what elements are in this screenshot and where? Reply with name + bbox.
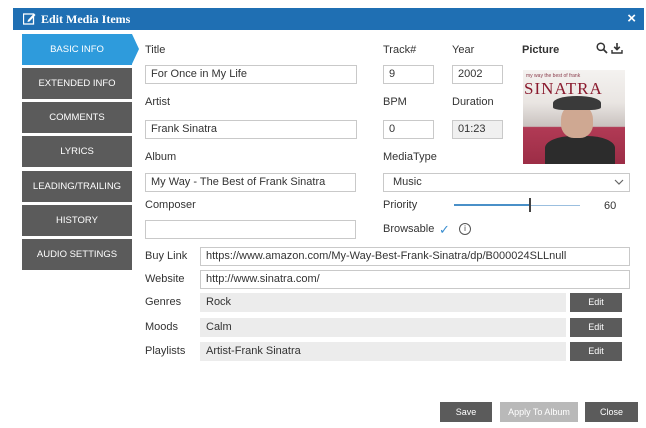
- title-label: Title: [145, 44, 166, 56]
- mediatype-label: MediaType: [383, 151, 437, 163]
- buy-link-label: Buy Link: [145, 250, 188, 262]
- sidebar-item-audio-settings[interactable]: AUDIO SETTINGS: [22, 239, 132, 270]
- album-cover-figure-suit: [545, 136, 615, 164]
- dialog-title: Edit Media Items: [41, 12, 131, 26]
- apply-to-album-button[interactable]: Apply To Album: [500, 402, 578, 422]
- artist-label: Artist: [145, 96, 171, 108]
- sidebar-item-leading-trailing[interactable]: LEADING/TRAILING: [22, 171, 132, 202]
- sidebar-item-comments[interactable]: COMMENTS: [22, 102, 132, 133]
- composer-input[interactable]: [145, 220, 356, 239]
- picture-label: Picture: [522, 44, 560, 56]
- moods-label: Moods: [145, 321, 179, 333]
- duration-field: 01:23: [452, 120, 503, 139]
- moods-edit-button[interactable]: Edit: [570, 318, 622, 337]
- info-icon[interactable]: i: [459, 223, 471, 235]
- browsable-checkbox[interactable]: ✓: [439, 222, 450, 238]
- priority-label: Priority: [383, 199, 418, 211]
- chevron-down-icon: [614, 179, 624, 185]
- download-icon[interactable]: [611, 42, 623, 54]
- bpm-input[interactable]: 0: [383, 120, 434, 139]
- save-button[interactable]: Save: [440, 402, 492, 422]
- edit-icon: [23, 13, 36, 25]
- composer-label: Composer: [145, 199, 196, 211]
- mediatype-select[interactable]: Music: [383, 173, 630, 192]
- genres-label: Genres: [145, 296, 182, 308]
- album-cover-image: my way the best of frank SINATRA: [523, 70, 625, 164]
- genres-edit-button[interactable]: Edit: [570, 293, 622, 312]
- genres-field: Rock: [200, 293, 566, 312]
- close-button[interactable]: Close: [585, 402, 638, 422]
- year-input[interactable]: 2002: [452, 65, 503, 84]
- priority-slider-thumb[interactable]: [529, 198, 531, 212]
- website-label: Website: [145, 273, 185, 285]
- sidebar-item-extended-info[interactable]: EXTENDED INFO: [22, 68, 132, 99]
- priority-value: 60: [604, 200, 617, 212]
- browsable-label: Browsable: [383, 223, 435, 235]
- duration-label: Duration: [452, 96, 494, 108]
- close-icon[interactable]: ×: [627, 10, 636, 27]
- sidebar-item-history[interactable]: HISTORY: [22, 205, 132, 236]
- search-icon[interactable]: [596, 42, 608, 54]
- mediatype-value: Music: [393, 176, 422, 188]
- sidebar-item-basic-info[interactable]: BASIC INFO: [22, 34, 139, 65]
- priority-slider-fill: [454, 204, 530, 206]
- playlists-edit-button[interactable]: Edit: [570, 342, 622, 361]
- track-label: Track#: [383, 44, 417, 56]
- track-input[interactable]: 9: [383, 65, 434, 84]
- album-cover-figure-hat: [553, 96, 601, 110]
- album-input[interactable]: My Way - The Best of Frank Sinatra: [145, 173, 356, 192]
- buy-link-input[interactable]: https://www.amazon.com/My-Way-Best-Frank…: [200, 247, 630, 266]
- playlists-label: Playlists: [145, 345, 186, 357]
- website-input[interactable]: http://www.sinatra.com/: [200, 270, 630, 289]
- artist-input[interactable]: Frank Sinatra: [145, 120, 357, 139]
- title-input[interactable]: For Once in My Life: [145, 65, 357, 84]
- album-cover-artist: SINATRA: [524, 79, 603, 98]
- bpm-label: BPM: [383, 96, 407, 108]
- album-label: Album: [145, 151, 177, 163]
- dialog-titlebar: Edit Media Items ×: [13, 8, 644, 30]
- year-label: Year: [452, 44, 475, 56]
- moods-field: Calm: [200, 318, 566, 337]
- sidebar-item-lyrics[interactable]: LYRICS: [22, 136, 132, 167]
- playlists-field: Artist-Frank Sinatra: [200, 342, 566, 361]
